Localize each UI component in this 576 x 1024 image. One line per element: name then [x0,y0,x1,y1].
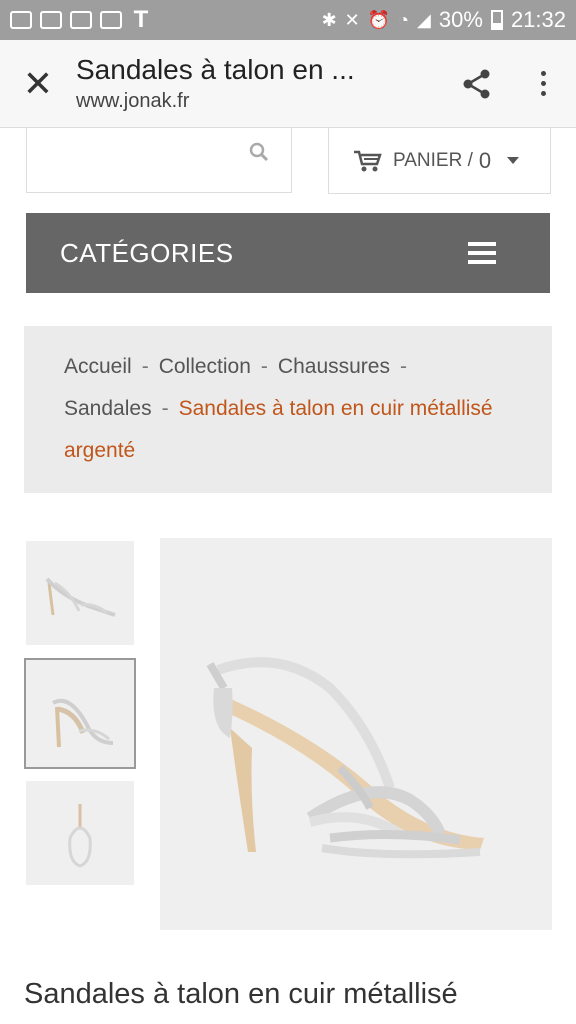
breadcrumb-separator: - [161,397,169,420]
system-icons: ✱ ✕ ⏰ ◔ ◢ 30% 21:32 [322,7,566,33]
gmail-icon [10,11,32,29]
product-thumbnail-1[interactable] [26,541,134,645]
sandal-front-image [68,804,92,868]
close-icon: ✕ [22,62,54,104]
product-title: Sandales à talon en cuir métallisé [24,978,458,1010]
sandal-side-image [45,577,116,617]
breadcrumb-link-chaussures[interactable]: Chaussures [278,355,390,378]
breadcrumb-separator: - [141,355,149,378]
browser-toolbar: ✕ Sandales à talon en ... www.jonak.fr [0,40,576,128]
cart-button[interactable]: PANIER / 0 [328,128,551,194]
sandal-main-image [206,657,484,859]
hamburger-icon [468,242,496,264]
breadcrumb-link-accueil[interactable]: Accueil [64,355,132,378]
search-icon[interactable] [249,142,269,162]
message-icon [70,11,92,29]
mute-icon: ✕ [344,9,360,30]
t-app-icon: T [133,6,149,33]
bluetooth-icon: ✱ [321,9,337,30]
breadcrumb-separator: - [399,355,407,378]
breadcrumb: Accueil - Collection - Chaussures - Sandales - S… [24,326,552,493]
search-input[interactable] [27,128,247,192]
chevron-down-icon [507,157,520,164]
product-thumbnail-3[interactable] [26,781,134,885]
clock: 21:32 [510,7,566,32]
categories-menu-button[interactable]: CATÉGORIES [26,213,550,293]
page-info: Sandales à talon en ... www.jonak.fr [76,54,444,113]
cart-count: 0 [478,147,492,173]
wifi-icon: ◔ [398,9,410,30]
product-main-image[interactable] [160,538,552,930]
more-vert-icon [540,71,546,96]
cart-icon [354,150,382,171]
page-title: Sandales à talon en ... [76,54,355,85]
battery-percent: 30% [438,7,483,32]
battery-icon [490,10,503,30]
alarm-icon: ⏰ [367,9,391,30]
search-box [26,128,292,193]
close-button[interactable]: ✕ [0,40,76,128]
sandal-angle-image [52,698,114,747]
product-thumbnail-2[interactable] [24,658,136,769]
breadcrumb-link-collection[interactable]: Collection [159,355,251,378]
gallery-icon [40,11,62,29]
share-button[interactable] [444,40,510,128]
breadcrumb-link-sandales[interactable]: Sandales [64,397,152,420]
screenshot-icon [100,11,122,29]
breadcrumb-separator: - [260,355,268,378]
categories-label: CATÉGORIES [60,237,234,268]
notification-icons: T [10,6,152,33]
signal-icon: ◢ [417,9,431,30]
overflow-menu-button[interactable] [510,40,576,128]
page-url: www.jonak.fr [76,90,190,112]
cart-label: PANIER / [393,149,473,171]
status-bar: T ✱ ✕ ⏰ ◔ ◢ 30% 21:32 [0,0,576,40]
share-icon [463,69,490,98]
